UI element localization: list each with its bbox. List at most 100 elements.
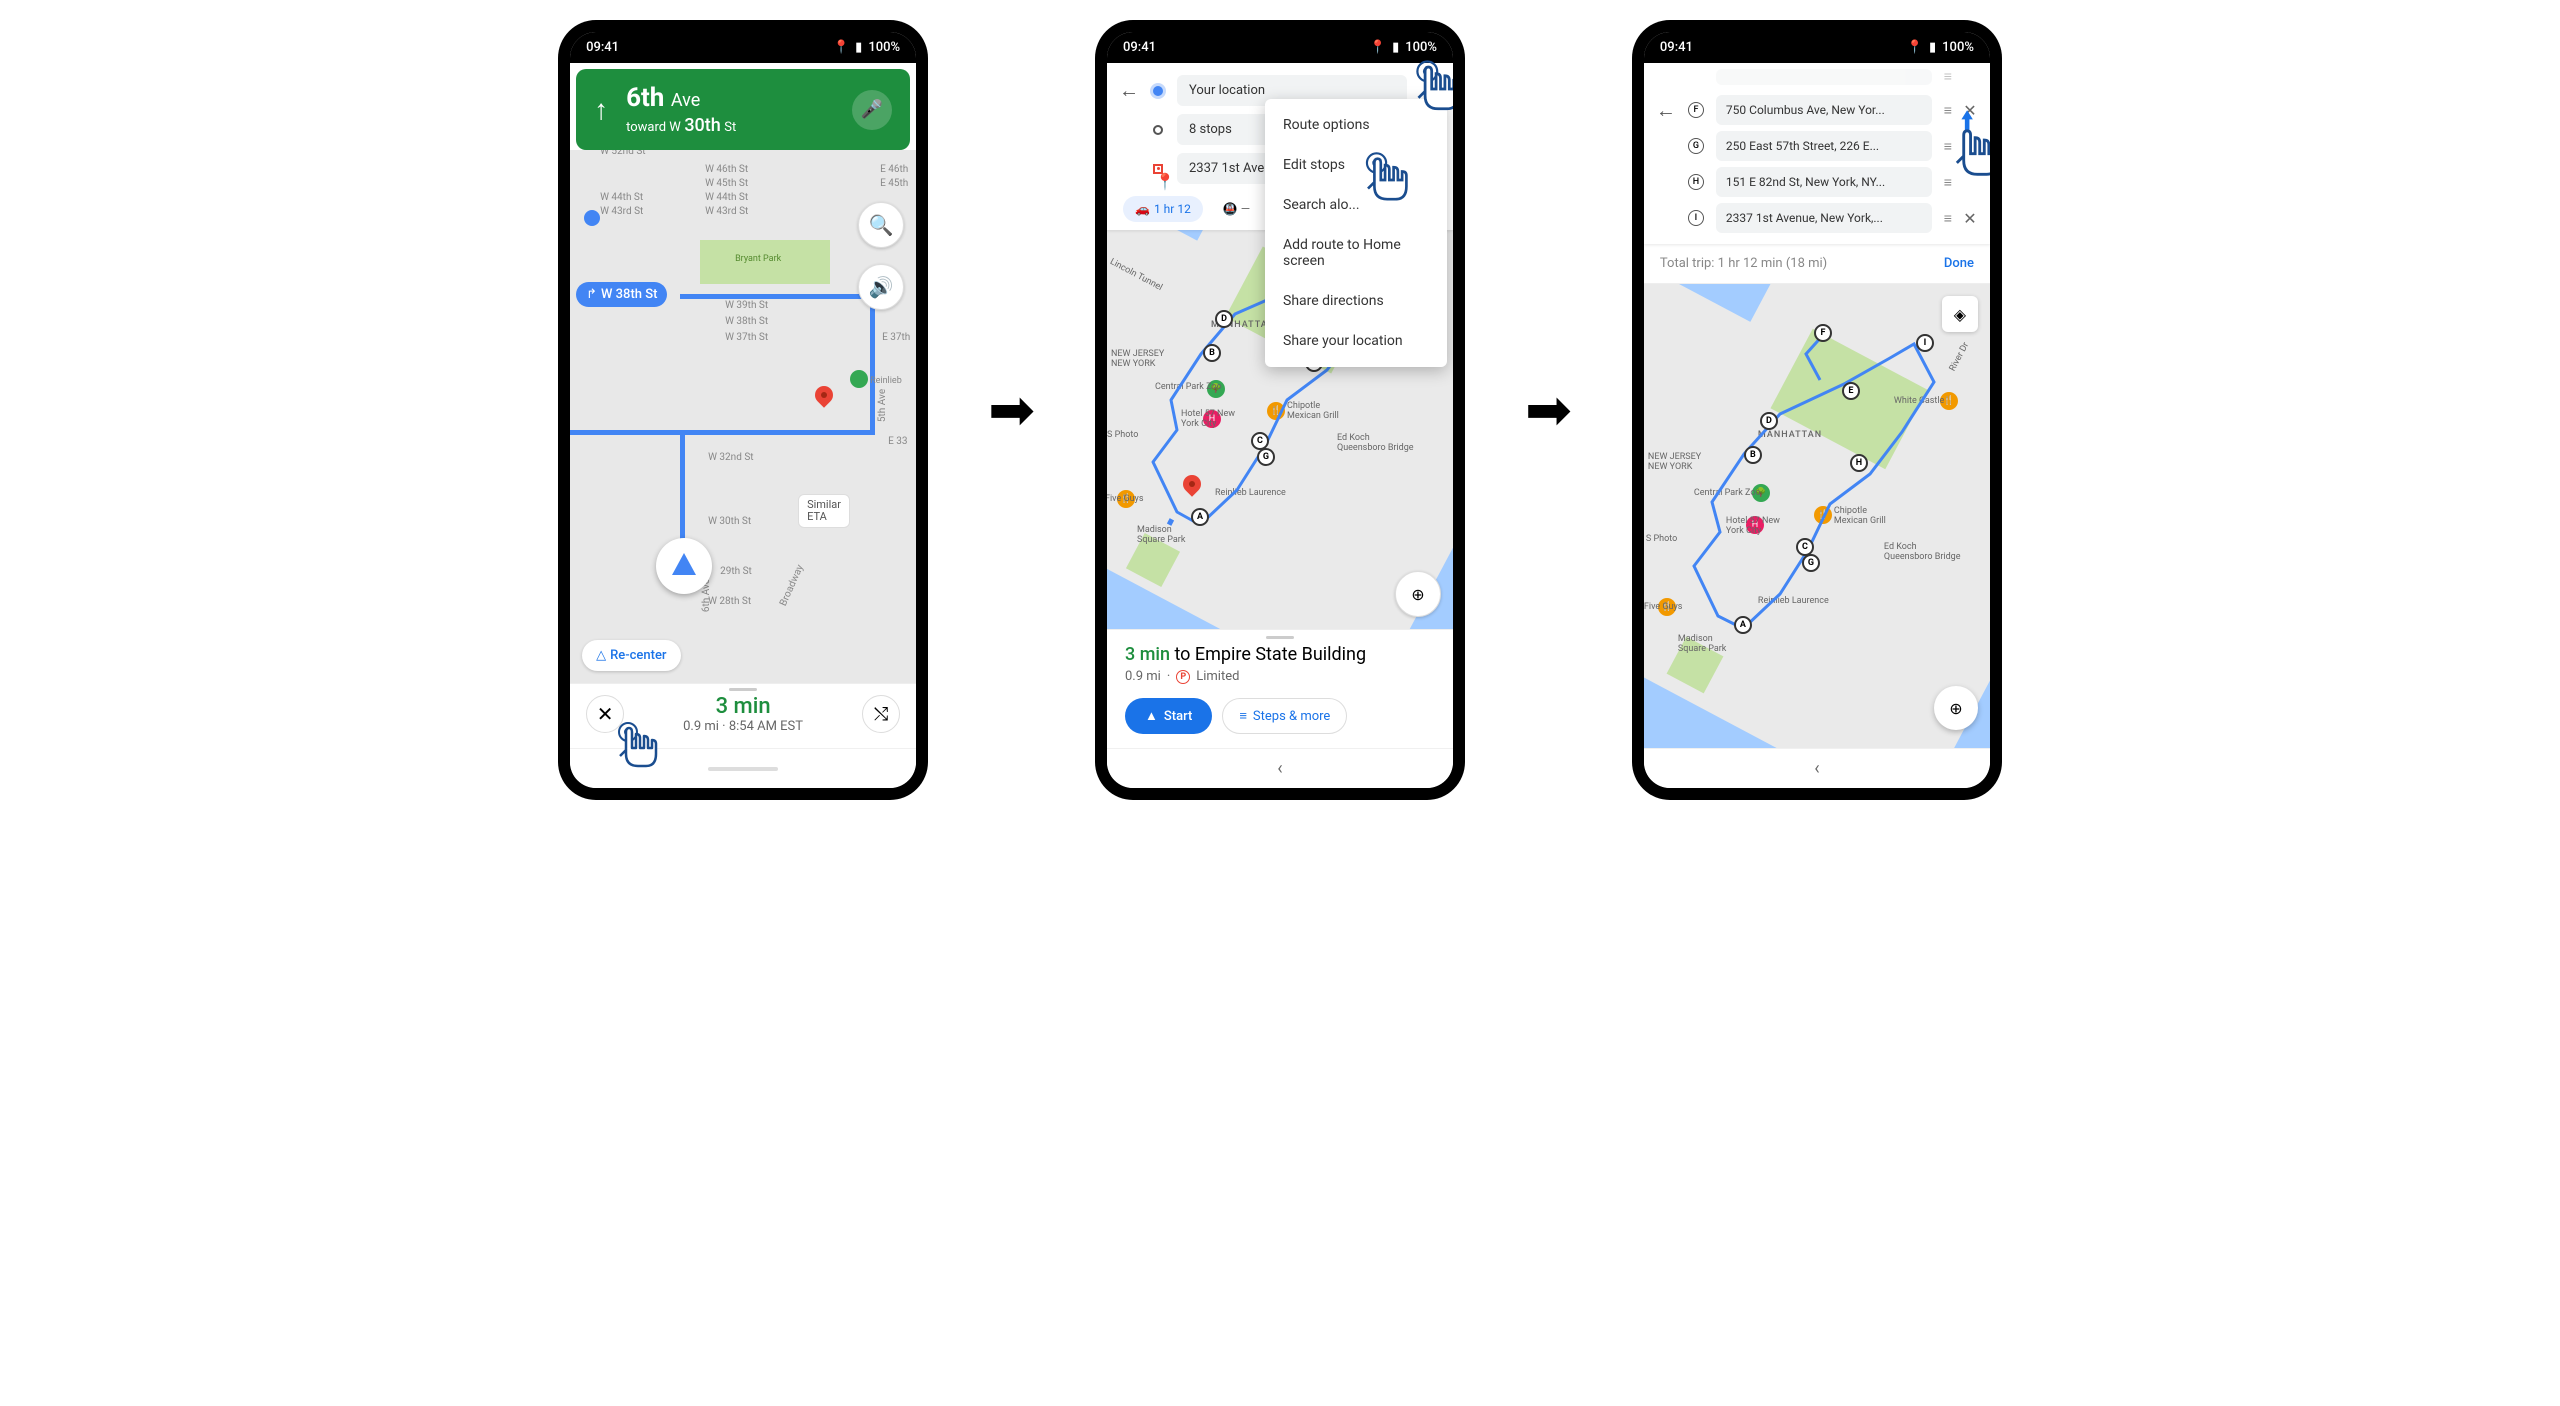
- stop-row-partial: ← ≡: [1656, 63, 1978, 92]
- stop-marker: H: [1850, 454, 1868, 472]
- stop-row-g: G 250 East 57th Street, 226 E... ≡: [1656, 128, 1978, 164]
- bottom-nav-sheet[interactable]: ✕ 3 min 0.9 mi · 8:54 AM EST ⤭: [570, 683, 916, 748]
- drag-handle-icon[interactable]: ≡: [1944, 138, 1950, 155]
- nav-toward: toward W 30th St: [626, 115, 736, 136]
- street-label: E 37th: [882, 332, 910, 343]
- overflow-menu-button[interactable]: ⋮: [1421, 80, 1441, 101]
- drag-handle-icon[interactable]: ≡: [1944, 174, 1950, 191]
- start-nav-button[interactable]: ▲ Start: [1125, 698, 1212, 734]
- sheet-handle[interactable]: [729, 688, 757, 691]
- stop-address-field[interactable]: 250 East 57th Street, 226 E...: [1716, 131, 1932, 161]
- stop-letter-icon: F: [1688, 102, 1704, 118]
- voice-mic-button[interactable]: 🎤: [852, 90, 892, 130]
- stop-address-field[interactable]: 750 Columbus Ave, New Yor...: [1716, 95, 1932, 125]
- menu-route-options[interactable]: Route options: [1265, 105, 1447, 145]
- phone-frame-3: 09:41 📍 ▮ 100% ← ≡ ← F 750 Columbus Ave,…: [1632, 20, 2002, 800]
- phone-frame-2: 09:41 📍 ▮ 100% ← Your location ⋮ 8 stops: [1095, 20, 1465, 800]
- street-label: 5th Ave: [877, 389, 888, 422]
- trip-summary-row: Total trip: 1 hr 12 min (18 mi) Done: [1644, 244, 1990, 284]
- my-location-button[interactable]: ⊕: [1934, 686, 1978, 730]
- stop-address-field[interactable]: 2337 1st Avenue, New York,...: [1716, 203, 1932, 233]
- street-label: W 52nd St: [600, 150, 645, 157]
- layers-button[interactable]: ◈: [1942, 296, 1978, 332]
- eta-details: 0.9 mi · 8:54 AM EST: [638, 719, 848, 734]
- street-label: W 39th St: [725, 300, 768, 311]
- flow-arrow-icon: ➡: [1525, 377, 1572, 443]
- destination-pin-icon: [811, 382, 836, 407]
- poi-label: Reinlieb: [870, 376, 902, 386]
- phone-frame-1: 09:41 📍 ▮ 100% ↑ 6th Ave toward W 30th S…: [558, 20, 928, 800]
- stop-address-field[interactable]: 151 E 82nd St, New York, NY...: [1716, 167, 1932, 197]
- recenter-button[interactable]: △ Re-center: [582, 640, 680, 671]
- route-line: [870, 294, 875, 434]
- my-location-button[interactable]: ⊕: [1395, 571, 1441, 617]
- end-pin-icon: 📍: [1153, 164, 1163, 174]
- search-button[interactable]: 🔍: [858, 202, 904, 248]
- location-icon: 📍: [1907, 40, 1923, 55]
- route-line: [570, 430, 875, 435]
- menu-search-along[interactable]: Search alo...: [1265, 185, 1447, 225]
- status-bar: 09:41 📍 ▮ 100%: [570, 32, 916, 63]
- street-label: W 44th St: [600, 192, 643, 203]
- sound-button[interactable]: 🔊: [858, 264, 904, 310]
- street-label: E 46th: [880, 164, 908, 175]
- stop-marker: D: [1215, 310, 1233, 328]
- transit-mode-chip[interactable]: 🚇 —: [1211, 196, 1262, 222]
- stop-letter-icon: H: [1688, 174, 1704, 190]
- nav-street: 6th Ave: [626, 83, 736, 113]
- menu-edit-stops[interactable]: Edit stops: [1265, 145, 1447, 185]
- menu-share-directions[interactable]: Share directions: [1265, 281, 1447, 321]
- android-nav-bar: [570, 748, 916, 788]
- street-label: W 43rd St: [600, 206, 643, 217]
- poi-icon: [850, 370, 868, 388]
- android-back-icon[interactable]: ‹: [1277, 758, 1282, 779]
- close-nav-button[interactable]: ✕: [586, 695, 624, 733]
- back-button[interactable]: ←: [1656, 98, 1676, 123]
- sheet-handle[interactable]: [1266, 636, 1294, 639]
- route-bottom-card[interactable]: 3 min to Empire State Building 0.9 mi · …: [1107, 629, 1453, 748]
- nav-text: 6th Ave toward W 30th St: [626, 83, 736, 136]
- drive-mode-chip[interactable]: 🚗 1 hr 12: [1123, 196, 1203, 222]
- street-label: W 46th St: [705, 164, 748, 175]
- stops-dot-icon: [1153, 125, 1163, 135]
- straight-arrow-icon: ↑: [594, 93, 608, 126]
- battery-pct: 100%: [868, 40, 900, 55]
- alt-routes-button[interactable]: ⤭: [862, 695, 900, 733]
- route-path-icon: [1644, 284, 1990, 748]
- edit-stops-header: ← ≡ ← F 750 Columbus Ave, New Yor... ≡ ✕…: [1644, 63, 1990, 244]
- steps-button[interactable]: ≡ Steps & more: [1222, 698, 1347, 734]
- done-button[interactable]: Done: [1944, 256, 1974, 271]
- drag-handle-icon[interactable]: ≡: [1944, 102, 1950, 119]
- remove-stop-button[interactable]: ✕: [1962, 209, 1978, 228]
- drag-handle-icon[interactable]: ≡: [1944, 210, 1950, 227]
- stop-letter-icon: I: [1688, 210, 1704, 226]
- battery-icon: ▮: [855, 40, 862, 55]
- stop-marker: A: [1734, 616, 1752, 634]
- remove-stop-button[interactable]: ✕: [1962, 101, 1978, 120]
- status-right: 📍 ▮ 100%: [1907, 40, 1974, 55]
- android-nav-bar: ‹: [1107, 748, 1453, 788]
- street-label: W 37th St: [725, 332, 768, 343]
- trip-summary-text: Total trip: 1 hr 12 min (18 mi): [1660, 256, 1827, 271]
- stop-letter-icon: G: [1688, 138, 1704, 154]
- action-buttons: ▲ Start ≡ Steps & more: [1125, 698, 1435, 734]
- street-label: W 32nd St: [708, 452, 753, 463]
- android-back-icon[interactable]: ‹: [1814, 758, 1819, 779]
- similar-eta-badge: Similar ETA: [798, 494, 850, 528]
- status-right: 📍 ▮ 100%: [833, 40, 900, 55]
- nav-pill[interactable]: [708, 767, 778, 771]
- battery-pct: 100%: [1942, 40, 1974, 55]
- menu-share-location[interactable]: Share your location: [1265, 321, 1447, 361]
- battery-icon: ▮: [1392, 40, 1399, 55]
- navigation-card[interactable]: ↑ 6th Ave toward W 30th St 🎤: [576, 69, 910, 150]
- map-nav[interactable]: Bryant Park W 52nd St W 46th St W 45th S…: [570, 150, 916, 683]
- map-edit-stops[interactable]: MANHATTAN NEW JERSEY NEW YORK 🌳 Central …: [1644, 284, 1990, 748]
- status-time: 09:41: [1123, 40, 1156, 55]
- menu-add-home[interactable]: Add route to Home screen: [1265, 225, 1447, 281]
- drag-handle-icon[interactable]: ≡: [1944, 68, 1950, 85]
- status-bar: 09:41 📍 ▮ 100%: [1107, 32, 1453, 63]
- back-button[interactable]: ←: [1119, 78, 1139, 103]
- battery-icon: ▮: [1929, 40, 1936, 55]
- route-street-badge: ↱ W 38th St: [576, 282, 667, 307]
- stop-marker: G: [1257, 448, 1275, 466]
